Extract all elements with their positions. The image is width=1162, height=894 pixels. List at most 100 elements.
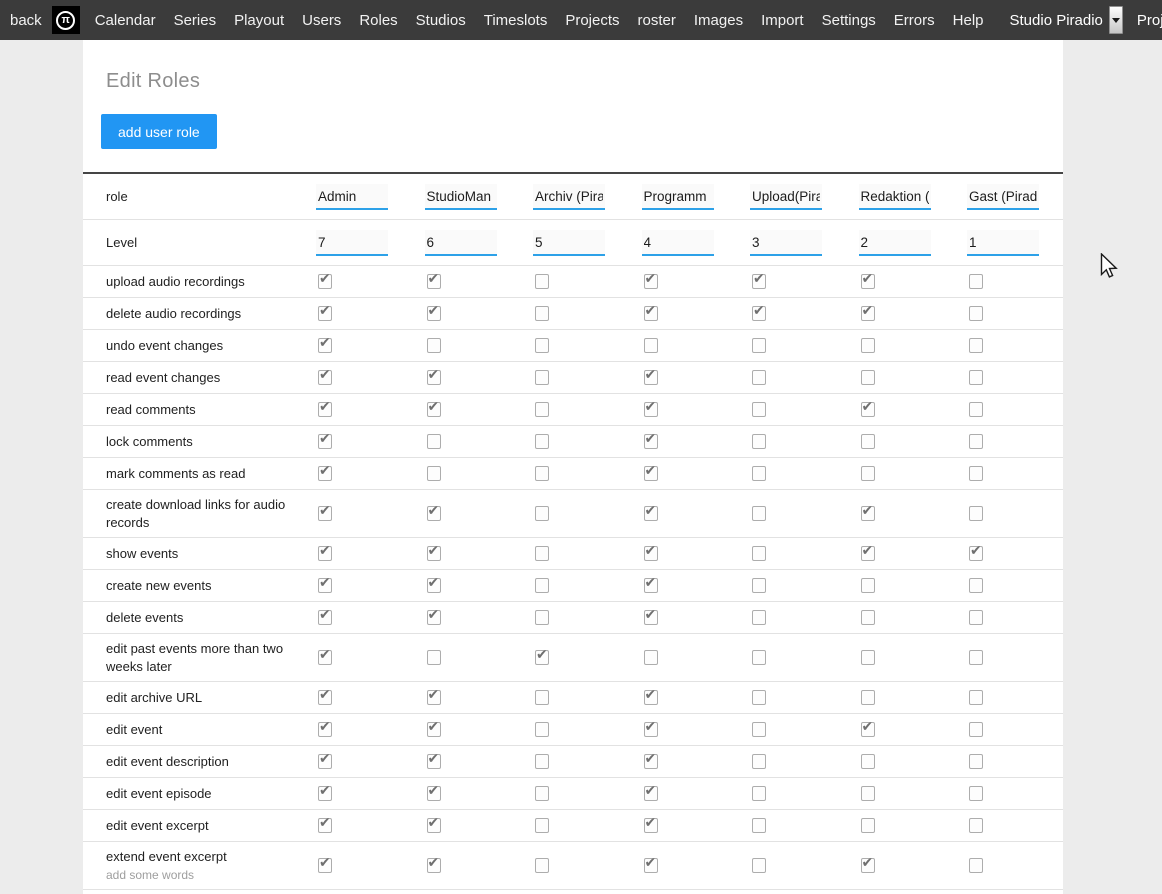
nav-item-import[interactable]: Import	[752, 12, 813, 29]
permission-checkbox[interactable]	[752, 650, 766, 665]
permission-checkbox[interactable]	[969, 610, 983, 625]
permission-checkbox[interactable]	[969, 786, 983, 801]
role-level-input[interactable]	[533, 230, 605, 256]
permission-checkbox[interactable]	[752, 434, 766, 449]
permission-checkbox[interactable]	[752, 506, 766, 521]
permission-checkbox[interactable]	[535, 506, 549, 521]
permission-checkbox[interactable]	[318, 818, 332, 833]
permission-checkbox[interactable]	[535, 858, 549, 873]
permission-checkbox[interactable]	[861, 402, 875, 417]
permission-checkbox[interactable]	[644, 650, 658, 665]
nav-item-projects[interactable]: Projects	[556, 12, 628, 29]
role-level-input[interactable]	[750, 230, 822, 256]
permission-checkbox[interactable]	[969, 466, 983, 481]
permission-checkbox[interactable]	[969, 402, 983, 417]
permission-checkbox[interactable]	[318, 690, 332, 705]
permission-checkbox[interactable]	[427, 546, 441, 561]
permission-checkbox[interactable]	[644, 274, 658, 289]
permission-checkbox[interactable]	[318, 466, 332, 481]
nav-item-help[interactable]: Help	[944, 12, 993, 29]
permission-checkbox[interactable]	[535, 650, 549, 665]
permission-checkbox[interactable]	[752, 722, 766, 737]
permission-checkbox[interactable]	[427, 690, 441, 705]
permission-checkbox[interactable]	[644, 786, 658, 801]
role-level-input[interactable]	[316, 230, 388, 256]
piradio-logo[interactable]: π	[52, 6, 80, 34]
permission-checkbox[interactable]	[535, 370, 549, 385]
permission-checkbox[interactable]	[427, 722, 441, 737]
permission-checkbox[interactable]	[861, 546, 875, 561]
permission-checkbox[interactable]	[318, 306, 332, 321]
permission-checkbox[interactable]	[535, 434, 549, 449]
permission-checkbox[interactable]	[644, 754, 658, 769]
permission-checkbox[interactable]	[969, 546, 983, 561]
permission-checkbox[interactable]	[861, 690, 875, 705]
permission-checkbox[interactable]	[861, 370, 875, 385]
permission-checkbox[interactable]	[535, 818, 549, 833]
permission-checkbox[interactable]	[861, 818, 875, 833]
permission-checkbox[interactable]	[644, 306, 658, 321]
permission-checkbox[interactable]	[318, 754, 332, 769]
permission-checkbox[interactable]	[969, 722, 983, 737]
permission-checkbox[interactable]	[535, 274, 549, 289]
permission-checkbox[interactable]	[861, 434, 875, 449]
project-select[interactable]: Project 88vier	[1133, 6, 1162, 34]
nav-item-studios[interactable]: Studios	[407, 12, 475, 29]
permission-checkbox[interactable]	[644, 506, 658, 521]
permission-checkbox[interactable]	[535, 578, 549, 593]
permission-checkbox[interactable]	[752, 370, 766, 385]
permission-checkbox[interactable]	[318, 650, 332, 665]
permission-checkbox[interactable]	[318, 578, 332, 593]
permission-checkbox[interactable]	[969, 578, 983, 593]
permission-checkbox[interactable]	[318, 858, 332, 873]
role-name-input[interactable]	[642, 184, 714, 210]
nav-item-timeslots[interactable]: Timeslots	[475, 12, 557, 29]
permission-checkbox[interactable]	[427, 402, 441, 417]
permission-checkbox[interactable]	[318, 274, 332, 289]
permission-checkbox[interactable]	[752, 274, 766, 289]
nav-item-roster[interactable]: roster	[629, 12, 685, 29]
permission-checkbox[interactable]	[427, 466, 441, 481]
permission-checkbox[interactable]	[752, 818, 766, 833]
nav-item-images[interactable]: Images	[685, 12, 752, 29]
permission-checkbox[interactable]	[752, 338, 766, 353]
permission-checkbox[interactable]	[969, 338, 983, 353]
permission-checkbox[interactable]	[427, 818, 441, 833]
permission-checkbox[interactable]	[861, 506, 875, 521]
permission-checkbox[interactable]	[318, 722, 332, 737]
permission-checkbox[interactable]	[318, 546, 332, 561]
permission-checkbox[interactable]	[969, 754, 983, 769]
permission-checkbox[interactable]	[752, 466, 766, 481]
permission-checkbox[interactable]	[969, 506, 983, 521]
permission-checkbox[interactable]	[644, 578, 658, 593]
nav-item-settings[interactable]: Settings	[813, 12, 885, 29]
nav-item-users[interactable]: Users	[293, 12, 350, 29]
permission-checkbox[interactable]	[644, 338, 658, 353]
permission-checkbox[interactable]	[427, 858, 441, 873]
permission-checkbox[interactable]	[644, 858, 658, 873]
permission-checkbox[interactable]	[752, 858, 766, 873]
permission-checkbox[interactable]	[535, 754, 549, 769]
permission-checkbox[interactable]	[861, 786, 875, 801]
permission-checkbox[interactable]	[752, 402, 766, 417]
permission-checkbox[interactable]	[752, 754, 766, 769]
permission-checkbox[interactable]	[427, 754, 441, 769]
permission-checkbox[interactable]	[752, 690, 766, 705]
permission-checkbox[interactable]	[318, 338, 332, 353]
role-level-input[interactable]	[642, 230, 714, 256]
permission-checkbox[interactable]	[318, 370, 332, 385]
role-name-input[interactable]	[859, 184, 931, 210]
permission-checkbox[interactable]	[861, 578, 875, 593]
permission-checkbox[interactable]	[644, 434, 658, 449]
role-level-input[interactable]	[425, 230, 497, 256]
nav-item-calendar[interactable]: Calendar	[86, 12, 165, 29]
permission-checkbox[interactable]	[427, 274, 441, 289]
permission-checkbox[interactable]	[644, 466, 658, 481]
permission-checkbox[interactable]	[752, 578, 766, 593]
permission-checkbox[interactable]	[535, 610, 549, 625]
permission-checkbox[interactable]	[318, 610, 332, 625]
permission-checkbox[interactable]	[535, 466, 549, 481]
permission-checkbox[interactable]	[752, 306, 766, 321]
permission-checkbox[interactable]	[318, 786, 332, 801]
permission-checkbox[interactable]	[969, 370, 983, 385]
